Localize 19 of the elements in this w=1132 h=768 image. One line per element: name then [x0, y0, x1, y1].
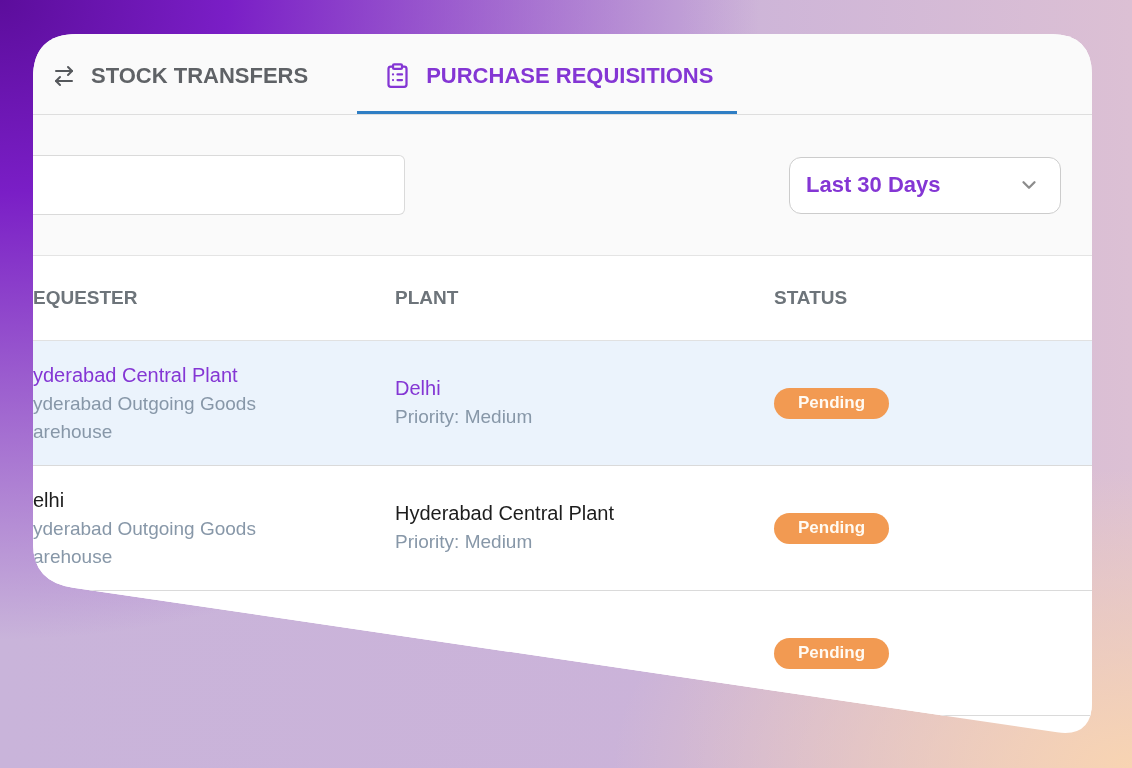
requester-name: yderabad Central Plant: [33, 362, 238, 388]
date-range-dropdown[interactable]: Last 30 Days: [789, 156, 1061, 214]
column-header: STATUS: [774, 287, 848, 309]
requester-location: yderabad Outgoing Goods arehouse: [33, 516, 257, 569]
input-field[interactable]: [33, 155, 405, 215]
table-row[interactable]: yderabad Central Plant yderabad Outgoing Goods arehouse Delhi Priority: Medium Pending: [33, 341, 1092, 466]
column-header: PLANT: [395, 287, 459, 309]
column-header: EQUESTER: [33, 287, 138, 309]
left-right-arrows-icon: [52, 63, 76, 88]
plant-name: Hyderabad Central Plant: [395, 501, 614, 526]
status-badge: Pending: [774, 637, 890, 669]
priority-text: Priority: Medium: [395, 405, 533, 429]
priority-text: Priority: Medium: [395, 530, 533, 554]
requester-location: yderabad Outgoing Goods arehouse: [33, 391, 257, 444]
tab[interactable]: STOCK TRANSFERS: [33, 34, 332, 114]
status-badge: Pending: [774, 387, 890, 419]
requester-name: elhi: [33, 487, 65, 513]
status-badge: Pending: [774, 512, 890, 544]
plant-name: Delhi: [395, 376, 441, 401]
